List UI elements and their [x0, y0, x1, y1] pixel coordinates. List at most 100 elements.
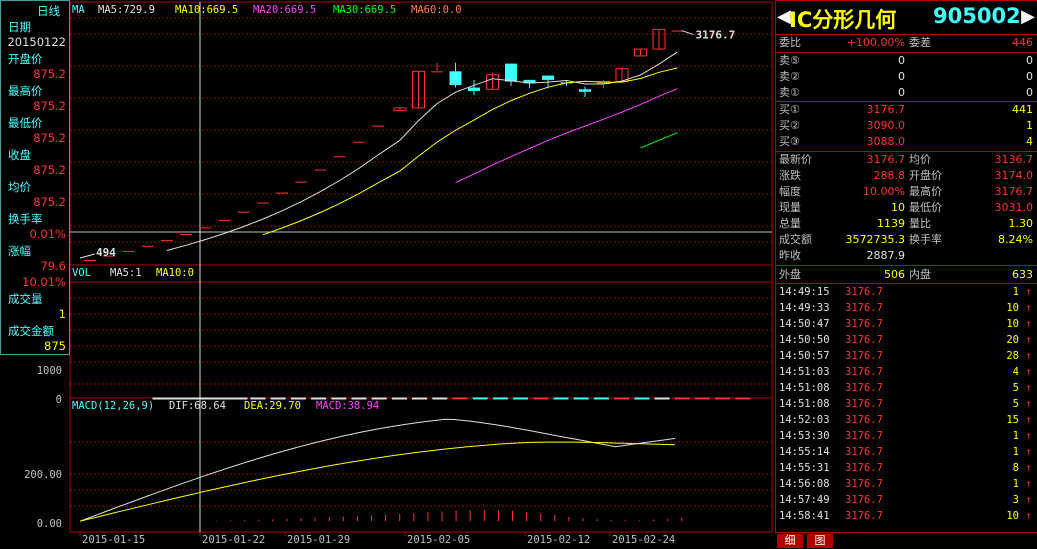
stat-label: 量比: [909, 217, 931, 230]
tick-price: 3176.7: [845, 398, 883, 410]
up-arrow-icon: ↑: [1025, 430, 1032, 442]
weibi-value: +100.00%: [846, 36, 905, 49]
candle[interactable]: [505, 63, 517, 86]
stat-label: 最高价: [909, 185, 942, 198]
info-label: 开盘价: [8, 52, 43, 66]
volume-bar: [412, 397, 428, 400]
volume-bar: [242, 397, 248, 400]
volume-bar: [452, 397, 468, 400]
tick-price: 3176.7: [845, 286, 883, 298]
candle[interactable]: [237, 211, 250, 213]
instrument-code: 905002: [933, 4, 1021, 28]
candle[interactable]: [652, 28, 666, 50]
candle[interactable]: [333, 156, 346, 158]
candle[interactable]: [276, 192, 288, 194]
tick-qty: 15: [1006, 414, 1019, 426]
tick-qty: 1: [1012, 446, 1019, 458]
tick-row: 14:52:03 3176.7 15 ↑: [775, 412, 1037, 428]
vol-axis-1000: 1000: [37, 365, 62, 377]
volume-bar: [167, 397, 173, 400]
candle[interactable]: [431, 62, 443, 73]
candle[interactable]: [199, 227, 212, 229]
info-value: 875: [44, 339, 66, 353]
candle[interactable]: [634, 48, 647, 57]
quote-row: 总量 1139 量比 1.30: [775, 216, 1037, 232]
tick-price: 3176.7: [845, 366, 883, 378]
buy-level-label: 买①: [779, 103, 800, 116]
tick-qty: 10: [1006, 510, 1019, 522]
legend-ma-0: MA: [72, 4, 85, 16]
legend-macd-1: DIF:68.64: [169, 400, 226, 412]
candle[interactable]: [295, 181, 308, 183]
candle[interactable]: [523, 79, 536, 89]
candle[interactable]: [486, 73, 499, 90]
ma20-line: [455, 88, 678, 183]
tick-time: 14:56:08: [779, 478, 830, 490]
tick-price: 3176.7: [845, 446, 883, 458]
volume-bar: [222, 397, 228, 400]
buy-level-label: 买③: [779, 135, 800, 148]
candle[interactable]: [372, 125, 384, 127]
date-tick: 2015-02-05: [407, 534, 470, 546]
info-label: 最低价: [8, 116, 43, 130]
candle[interactable]: [579, 86, 591, 97]
up-arrow-icon: ↑: [1025, 366, 1032, 378]
candle[interactable]: [468, 79, 480, 96]
candle[interactable]: [180, 233, 192, 235]
stat-value: 3174.0: [994, 169, 1034, 182]
candle[interactable]: [412, 70, 425, 109]
tick-qty: 1: [1012, 430, 1019, 442]
candle[interactable]: [141, 245, 154, 247]
date-tick: 2015-02-12: [527, 534, 590, 546]
quote-row: 卖⑤ 0 0: [775, 53, 1037, 69]
panel-tab-1[interactable]: 图: [807, 534, 833, 548]
tick-price: 3176.7: [845, 318, 883, 330]
panel-tab-0[interactable]: 细: [777, 534, 803, 548]
candle[interactable]: [160, 240, 173, 242]
info-value: 0.01%: [29, 227, 66, 241]
quote-panel: ◀ IC分形几何 905002 ▶ 委比 +100.00% 委差 446 卖⑤ 0 0 卖② 0…: [775, 0, 1037, 549]
candle[interactable]: [218, 219, 231, 221]
candle[interactable]: [352, 141, 365, 143]
up-arrow-icon: ↑: [1025, 318, 1032, 330]
tick-price: 3176.7: [845, 350, 883, 362]
volume-bar: [351, 397, 367, 400]
buy-price: 3176.7: [866, 103, 906, 116]
info-label: 换手率: [8, 212, 43, 226]
tick-qty: 3: [1012, 494, 1019, 506]
tick-price: 3176.7: [845, 414, 883, 426]
candle[interactable]: [393, 107, 407, 112]
candle[interactable]: [256, 202, 269, 204]
tick-time: 14:51:08: [779, 398, 830, 410]
info-label: 均价: [8, 180, 31, 194]
info-label: 日期: [8, 20, 31, 34]
info-value: 79.6: [40, 259, 66, 273]
info-value: 875.2: [33, 67, 66, 81]
volume-bar: [192, 397, 198, 400]
candle[interactable]: [314, 169, 327, 171]
info-value: 875.2: [33, 195, 66, 209]
period-label: 日线: [37, 4, 60, 18]
low-price-label: 494: [96, 246, 116, 259]
sell-price: 0: [898, 54, 905, 67]
legend-ma-5: MA60:0.0: [411, 4, 462, 16]
divider: [775, 265, 1037, 266]
volume-bar: [232, 397, 238, 400]
instrument-name: IC分形几何: [789, 8, 897, 32]
candle[interactable]: [122, 250, 135, 252]
info-label: 涨幅: [8, 244, 31, 258]
neipan-label: 内盘: [909, 268, 931, 281]
candle[interactable]: [84, 259, 96, 261]
tick-price: 3176.7: [845, 462, 883, 474]
waipan-label: 外盘: [779, 268, 801, 281]
volume-bar: [237, 397, 243, 400]
stat-value: 3136.7: [994, 153, 1034, 166]
quote-row: 幅度 10.00% 最高价 3176.7: [775, 184, 1037, 200]
next-arrow-icon[interactable]: ▶: [1021, 6, 1035, 27]
tick-price: 3176.7: [845, 382, 883, 394]
volume-bar: [553, 397, 569, 400]
tick-qty: 8: [1012, 462, 1019, 474]
legend-macd-3: MACD:38.94: [316, 400, 379, 412]
volume-bar: [270, 397, 286, 400]
volume-bar: [157, 397, 163, 400]
